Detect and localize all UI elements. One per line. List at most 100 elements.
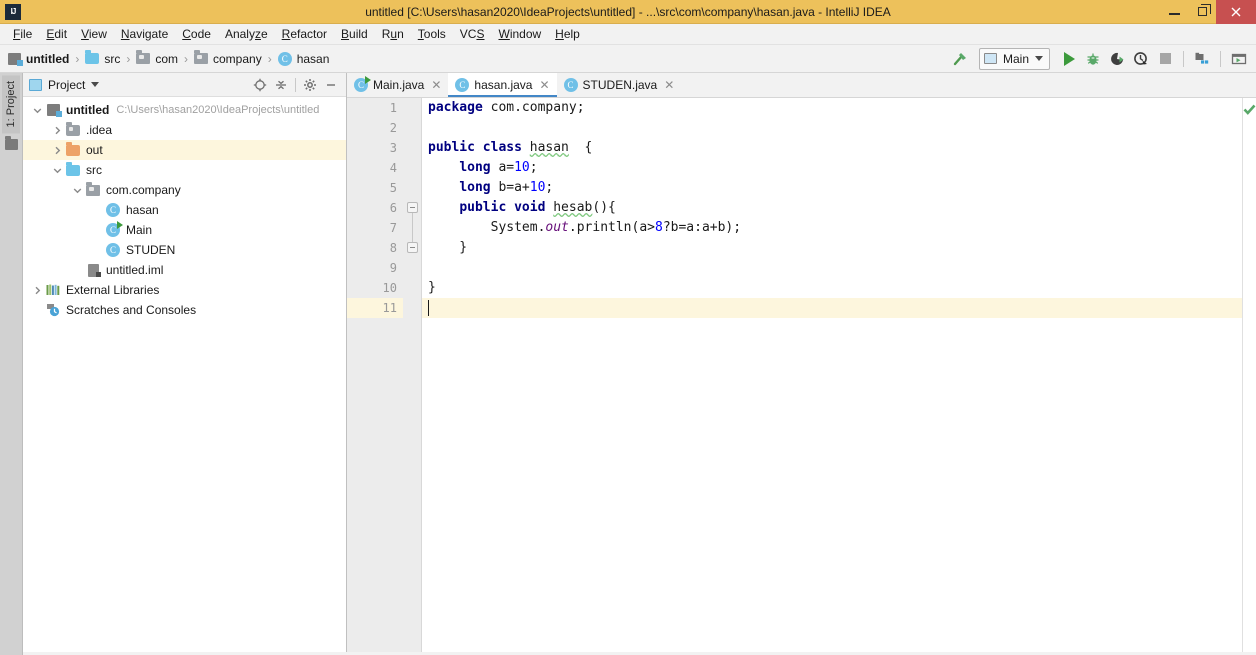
folder-icon[interactable]: [4, 136, 18, 151]
preview-button[interactable]: [1228, 48, 1250, 70]
profile-button[interactable]: [1130, 48, 1152, 70]
fold-toggle-icon[interactable]: [407, 242, 418, 253]
tree-node-com-company[interactable]: com.company: [23, 180, 346, 200]
stop-button[interactable]: [1154, 48, 1176, 70]
close-button[interactable]: [1216, 0, 1256, 24]
run-button[interactable]: [1058, 48, 1080, 70]
tree-node-studen[interactable]: C STUDEN: [23, 240, 346, 260]
breadcrumb-item-hasan[interactable]: Chasan: [276, 51, 332, 66]
hide-panel-icon[interactable]: [322, 76, 340, 94]
breadcrumb-item-src[interactable]: src: [83, 50, 122, 66]
tree-node-label: Main: [126, 223, 153, 237]
fold-gutter[interactable]: [403, 98, 421, 652]
menu-item-view[interactable]: View: [74, 25, 114, 43]
locate-icon[interactable]: [251, 76, 269, 94]
tree-node-src[interactable]: src: [23, 160, 346, 180]
java-class-icon: C: [106, 203, 120, 217]
project-structure-button[interactable]: [1191, 48, 1213, 70]
bug-icon: [1087, 52, 1099, 65]
maximize-restore-button[interactable]: [1188, 0, 1216, 24]
menu-item-file[interactable]: File: [6, 25, 39, 43]
menu-item-build[interactable]: Build: [334, 25, 375, 43]
code-token: (){: [592, 200, 616, 215]
menu-item-tools[interactable]: Tools: [411, 25, 453, 43]
scratches-icon: [46, 303, 60, 317]
breadcrumb-separator: ›: [184, 51, 188, 66]
code-token: hesab: [553, 200, 593, 215]
editor-tab-hasan-java[interactable]: Chasan.java ✕: [448, 73, 557, 97]
tree-node-path: C:\Users\hasan2020\IdeaProjects\untitled: [116, 104, 320, 116]
close-icon[interactable]: ✕: [539, 78, 549, 92]
tree-node-label: untitled: [66, 103, 110, 117]
code-token: out: [545, 220, 569, 235]
chevron-right-icon[interactable]: [49, 122, 65, 138]
java-class-icon: C: [455, 78, 470, 92]
folder-orange-icon: [66, 141, 80, 156]
tree-node-icon-wrap: [45, 303, 61, 317]
project-panel-title: Project: [48, 77, 86, 92]
tree-node-out[interactable]: out: [23, 140, 346, 160]
code-content[interactable]: package com.company; public class hasan …: [421, 98, 1256, 652]
inspection-sidebar[interactable]: [1242, 98, 1256, 652]
minimize-button[interactable]: [1160, 0, 1188, 24]
line-number: 8: [389, 241, 397, 255]
tree-node-icon-wrap: [65, 161, 81, 176]
tree-node-untitled[interactable]: untitled C:\Users\hasan2020\IdeaProjects\…: [23, 100, 346, 120]
tree-node-scratches-and-consoles[interactable]: Scratches and Consoles: [23, 300, 346, 320]
code-line: System.out.println(a>8?b=a:a+b);: [422, 218, 1256, 238]
code-line: long b=a+10;: [422, 178, 1256, 198]
menu-item-edit[interactable]: Edit: [39, 25, 74, 43]
tree-node-icon-wrap: C: [105, 221, 123, 237]
code-editor[interactable]: 1 2 3 4 5 6 7 8 9 10 11 package com.company; publi…: [347, 98, 1256, 652]
tool-window-tab-project[interactable]: 1: Project: [2, 75, 20, 134]
tree-node-main[interactable]: C Main: [23, 220, 346, 240]
menu-item-window[interactable]: Window: [491, 25, 548, 43]
coverage-icon: [1111, 52, 1124, 65]
settings-gear-icon[interactable]: [301, 76, 319, 94]
breadcrumb-item-com[interactable]: com: [134, 50, 180, 66]
breadcrumb-item-untitled[interactable]: untitled: [6, 52, 71, 66]
code-token: com.company;: [490, 100, 585, 115]
chevron-down-icon[interactable]: [29, 102, 45, 118]
code-token: {: [568, 140, 593, 155]
menu-item-code[interactable]: Code: [175, 25, 218, 43]
editor-tab-main-java[interactable]: C Main.java ✕: [347, 73, 449, 97]
tree-node-hasan[interactable]: Chasan: [23, 200, 346, 220]
editor-tab-studen-java[interactable]: C STUDEN.java ✕: [556, 73, 682, 97]
run-with-coverage-button[interactable]: [1106, 48, 1128, 70]
code-line: }: [422, 238, 1256, 258]
chevron-down-icon[interactable]: [69, 182, 85, 198]
tree-node-untitled-iml[interactable]: untitled.iml: [23, 260, 346, 280]
close-icon[interactable]: ✕: [431, 78, 441, 92]
breadcrumb-separator: ›: [75, 51, 80, 66]
project-structure-icon: [1195, 52, 1209, 64]
code-token: long: [459, 180, 491, 195]
chevron-down-icon[interactable]: [49, 162, 65, 178]
fold-toggle-icon[interactable]: [407, 202, 418, 213]
menu-item-help[interactable]: Help: [548, 25, 587, 43]
breadcrumb-item-company[interactable]: company: [192, 50, 264, 66]
collapse-all-icon[interactable]: [272, 76, 290, 94]
menu-item-navigate[interactable]: Navigate: [114, 25, 175, 43]
java-class-run-icon: C: [354, 76, 371, 92]
close-icon[interactable]: ✕: [664, 78, 674, 92]
main-toolbar: Main: [949, 47, 1256, 70]
chevron-right-icon[interactable]: [29, 282, 45, 298]
folder-source-icon: [66, 161, 80, 176]
run-configuration-selector[interactable]: Main: [978, 47, 1050, 70]
tree-node-external-libraries[interactable]: External Libraries: [23, 280, 346, 300]
build-button[interactable]: [949, 48, 971, 70]
menu-item-analyze[interactable]: Analyze: [218, 25, 275, 43]
menu-item-refactor[interactable]: Refactor: [275, 25, 334, 43]
chevron-right-icon[interactable]: [49, 142, 65, 158]
debug-button[interactable]: [1082, 48, 1104, 70]
tree-node--idea[interactable]: .idea: [23, 120, 346, 140]
tab-icon-wrap: C: [354, 76, 371, 92]
menu-item-run[interactable]: Run: [375, 25, 411, 43]
menu-item-vcs[interactable]: VCS: [453, 25, 492, 43]
chevron-down-icon[interactable]: [91, 82, 100, 87]
menu-bar: File Edit View Navigate Code Analyze Refactor B…: [0, 24, 1256, 45]
close-icon: [1231, 7, 1241, 16]
